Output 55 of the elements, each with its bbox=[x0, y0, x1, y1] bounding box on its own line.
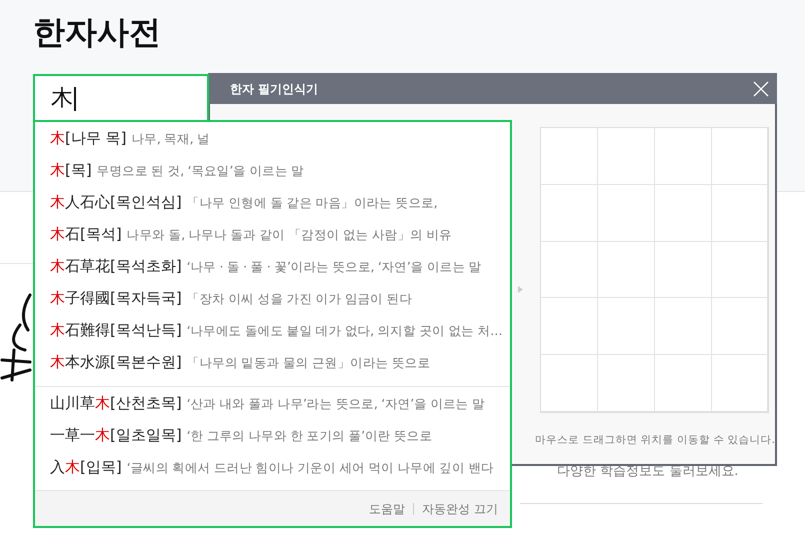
footer-link[interactable]: 자동완성 끄기 bbox=[422, 500, 498, 518]
entry-description: ‘나무 · 돌 · 풀 · 꽃’이라는 뜻으로, ‘자연’을 이르는 말 bbox=[186, 258, 482, 276]
hanja-word: 木本水源 bbox=[50, 352, 110, 373]
autocomplete-item[interactable]: 木人石心[목인석심] 「나무 인형에 돌 같은 마음」이라는 뜻으로, bbox=[35, 191, 510, 223]
hanja-word: 木石 bbox=[50, 224, 80, 245]
footer-link[interactable]: 도움말 bbox=[369, 500, 406, 518]
hanja-word: 木石草花 bbox=[50, 256, 110, 277]
hangul-reading: [목본수원] bbox=[110, 352, 182, 373]
hanja-word: 木子得國 bbox=[50, 288, 110, 309]
info-text: 다양한 학습정보도 둘러보세요. bbox=[557, 463, 738, 481]
entry-description: 「나무 인형에 돌 같은 마음」이라는 뜻으로, bbox=[186, 194, 438, 212]
hanja-word: 一草一木 bbox=[50, 425, 110, 446]
hangul-reading: [목자득국] bbox=[110, 288, 182, 309]
entry-description: ‘글씨의 획에서 드러난 힘이나 기운이 세어 먹이 나무에 깊이 밴다 bbox=[126, 459, 494, 477]
autocomplete-item[interactable]: 木石草花[목석초화] ‘나무 · 돌 · 풀 · 꽃’이라는 뜻으로, ‘자연’을 이르는 말 bbox=[35, 255, 510, 287]
autocomplete-item[interactable]: 木子得國[목자득국] 「장차 이씨 성을 가진 이가 임금이 된다 bbox=[35, 287, 510, 319]
hangul-reading: [목석난득] bbox=[110, 320, 182, 341]
hangul-reading: [목석] bbox=[80, 224, 122, 245]
autocomplete-item[interactable]: 木[목] 무명으로 된 것, ‘목요일’을 이르는 말 bbox=[35, 159, 510, 191]
autocomplete-item[interactable]: 木本水源[목본수원] 「나무의 밑동과 물의 근원」이라는 뜻으로 bbox=[35, 351, 510, 383]
entry-description: 「나무의 밑동과 물의 근원」이라는 뜻으로 bbox=[186, 354, 430, 372]
hanja-word: 木 bbox=[50, 160, 65, 181]
hanja-word: 木人石心 bbox=[50, 192, 110, 213]
arrow-icon bbox=[518, 286, 523, 292]
drag-hint: 마우스로 드래그하면 위치를 이동할 수 있습니다. bbox=[534, 433, 775, 448]
hanja-word: 山川草木 bbox=[50, 393, 110, 414]
entry-description: 나무, 목재, 널 bbox=[131, 130, 210, 148]
entry-description: ‘한 그루의 나무와 한 포기의 풀’이란 뜻으로 bbox=[186, 427, 432, 445]
close-button[interactable] bbox=[751, 78, 771, 98]
entry-description: 「장차 이씨 성을 가진 이가 임금이 된다 bbox=[186, 290, 412, 308]
panel-title: 한자 필기인식기 bbox=[230, 80, 318, 98]
entry-description: 나무와 돌, 나무나 돌과 같이 「감정이 없는 사람」의 비유 bbox=[126, 226, 452, 244]
hangul-reading: [목석초화] bbox=[110, 256, 182, 277]
entry-description: ‘산과 내와 풀과 나무’라는 뜻으로, ‘자연’을 이르는 말 bbox=[186, 395, 485, 413]
entry-description: 무명으로 된 것, ‘목요일’을 이르는 말 bbox=[96, 162, 304, 180]
autocomplete-item[interactable]: 入木[입목] ‘글씨의 획에서 드러난 힘이나 기운이 세어 먹이 나무에 깊이 밴다 bbox=[35, 456, 510, 488]
hanja-word: 入木 bbox=[50, 457, 80, 478]
search-field[interactable]: 木 bbox=[33, 74, 209, 121]
autocomplete-item[interactable]: 木[나무 목] 나무, 목재, 널 bbox=[35, 127, 510, 159]
search-value: 木 bbox=[51, 85, 73, 113]
entry-description: ‘나무에도 돌에도 붙일 데가 없다, 의지할 곳이 없는 처… bbox=[186, 322, 502, 340]
close-icon bbox=[753, 80, 769, 96]
hangul-reading: [일초일목] bbox=[110, 425, 182, 446]
hangul-reading: [목] bbox=[65, 160, 92, 181]
hangul-reading: [입목] bbox=[80, 457, 122, 478]
autocomplete-item[interactable]: 木石難得[목석난득] ‘나무에도 돌에도 붙일 데가 없다, 의지할 곳이 없는 처… bbox=[35, 319, 510, 351]
hangul-reading: [산천초목] bbox=[110, 393, 182, 414]
hanja-word: 木石難得 bbox=[50, 320, 110, 341]
hanja-word: 木 bbox=[50, 128, 65, 149]
autocomplete-item[interactable]: 一草一木[일초일목] ‘한 그루의 나무와 한 포기의 풀’이란 뜻으로 bbox=[35, 424, 510, 456]
autocomplete-item[interactable]: 山川草木[산천초목] ‘산과 내와 풀과 나무’라는 뜻으로, ‘자연’을 이르는 말 bbox=[35, 392, 510, 424]
page-title: 한자사전 bbox=[33, 12, 162, 53]
autocomplete-item[interactable]: 木石[목석] 나무와 돌, 나무나 돌과 같이 「감정이 없는 사람」의 비유 bbox=[35, 223, 510, 255]
hangul-reading: [나무 목] bbox=[65, 128, 126, 149]
hangul-reading: [목인석심] bbox=[110, 192, 182, 213]
